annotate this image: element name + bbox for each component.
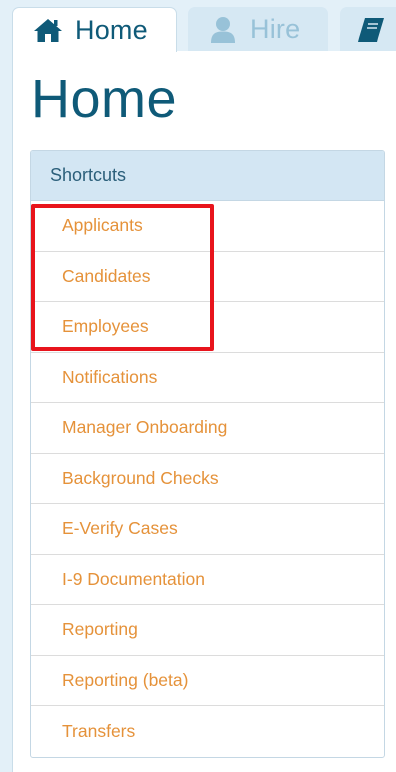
main-content: Home Shortcuts Applicants Candidates Emp… (12, 51, 396, 772)
tab-hire-label: Hire (250, 14, 301, 44)
tab-home[interactable]: Home (12, 7, 177, 52)
shortcut-employees[interactable]: Employees (31, 302, 384, 353)
shortcut-manager-onboarding[interactable]: Manager Onboarding (31, 403, 384, 454)
tab-bar: Home Hire (0, 0, 396, 52)
shortcut-transfers[interactable]: Transfers (31, 706, 384, 757)
book-icon (356, 16, 386, 44)
shortcut-i9-documentation[interactable]: I-9 Documentation (31, 555, 384, 605)
shortcut-e-verify-cases[interactable]: E-Verify Cases (31, 504, 384, 555)
person-icon (208, 16, 238, 44)
shortcut-notifications[interactable]: Notifications (31, 353, 384, 403)
shortcut-background-checks[interactable]: Background Checks (31, 454, 384, 504)
shortcuts-panel: Shortcuts Applicants Candidates Employee… (30, 150, 385, 758)
shortcut-candidates[interactable]: Candidates (31, 252, 384, 302)
tab-documents[interactable] (340, 7, 396, 52)
shortcuts-header: Shortcuts (31, 151, 384, 201)
tab-home-label: Home (75, 14, 148, 45)
shortcut-reporting[interactable]: Reporting (31, 605, 384, 656)
shortcut-applicants[interactable]: Applicants (31, 201, 384, 252)
shortcut-reporting-beta[interactable]: Reporting (beta) (31, 656, 384, 706)
tab-hire[interactable]: Hire (188, 7, 328, 52)
home-icon (33, 16, 63, 44)
page-title: Home (31, 69, 178, 129)
shortcuts-list: Applicants Candidates Employees Notifica… (31, 201, 384, 757)
